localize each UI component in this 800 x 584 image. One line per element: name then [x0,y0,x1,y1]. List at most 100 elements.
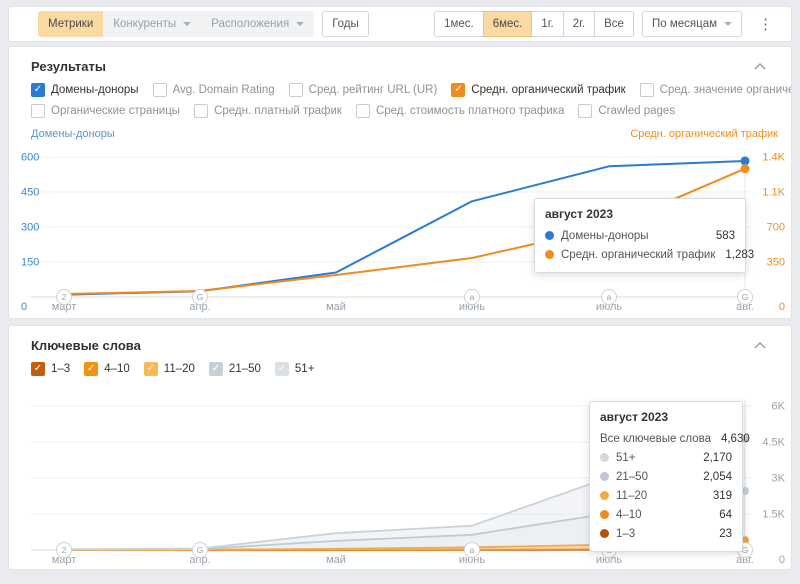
results-checkbox-7[interactable]: Сред. стоимость платного трафика [356,104,564,118]
results-checkbox-0[interactable]: ✓Домены-доноры [31,83,139,97]
series-dot-icon [600,453,609,462]
results-section-title: Результаты [31,59,106,74]
right-axis-title: Средн. органический трафик [630,128,778,140]
chevron-up-icon [754,342,766,349]
calendar-event-letter: G [742,292,749,302]
metrics-tab-button[interactable]: Метрики [38,11,103,37]
checkbox-checked-box: ✓ [31,83,45,97]
tooltip-row-label: 21–50 [616,471,648,483]
chart1-axis-titles: Домены-доноры Средн. органический трафик [9,128,791,140]
kebab-menu-button[interactable]: ⋮ [754,15,777,34]
chart1-tooltip: август 2023 Домены-доноры 583 Средн. орган… [534,198,746,273]
results-section: Результаты ✓Домены-донорыAvg. Domain Rat… [8,46,792,319]
locations-dropdown-button[interactable]: Расположения [201,11,314,37]
range-button-1[interactable]: 6мес. [483,11,533,37]
checkbox-label: Органические страницы [51,105,180,117]
results-checkbox-8[interactable]: Crawled pages [578,104,675,118]
tooltip-row: Домены-доноры 583 [545,226,735,245]
checkbox-checked-box: ✓ [84,362,98,376]
calendar-event-letter: G [197,292,204,302]
keywords-checkbox-4[interactable]: ✓ 51+ [275,362,315,376]
series-dot-icon [600,529,609,538]
tooltip-row-value: 64 [709,509,732,521]
series-dot-icon [545,250,554,259]
results-checkbox-1[interactable]: Avg. Domain Rating [153,83,275,97]
right-axis-tick-label: 350 [767,257,785,269]
checkbox-unchecked-box [289,83,303,97]
range-button-2[interactable]: 1г. [531,11,563,37]
tooltip-title: август 2023 [545,207,735,221]
range-button-3[interactable]: 2г. [563,11,595,37]
calendar-event-letter: a [607,292,612,302]
right-axis-tick-label: 3K [772,473,786,485]
checkbox-label: 21–50 [229,363,261,375]
results-checkbox-5[interactable]: Органические страницы [31,104,180,118]
results-checkbox-6[interactable]: Средн. платный трафик [194,104,342,118]
locations-label: Расположения [211,18,289,30]
checkbox-unchecked-box [31,104,45,118]
right-axis-tick-label: 6K [772,401,786,413]
series-dot-icon [545,231,554,240]
checkbox-label: Crawled pages [598,105,675,117]
collapse-keywords-button[interactable] [751,339,769,352]
tooltip-rows: 51+2,17021–502,05411–203194–10641–323 [600,448,732,543]
tooltip-title: август 2023 [600,410,732,424]
caret-down-icon [724,22,732,26]
keywords-checkbox-1[interactable]: ✓ 4–10 [84,362,130,376]
tooltip-row-label: Домены-доноры [561,230,649,242]
keywords-section: Ключевые слова ✓1–3✓4–10✓11–20✓21–50✓51+… [8,325,792,570]
checkbox-label: Сред. рейтинг URL (UR) [309,84,438,96]
checkbox-label: Средн. платный трафик [214,105,342,117]
toolbar-right-group: 1мес.6мес.1г.2г.Все По месяцам ⋮ [434,11,777,37]
keywords-checkbox-3[interactable]: ✓21–50 [209,362,261,376]
series-dot-icon [600,491,609,500]
calendar-event-letter: a [470,292,475,302]
tooltip-total-label: Все ключевые слова [600,433,711,445]
checkbox-unchecked-box [578,104,592,118]
years-button[interactable]: Годы [322,11,369,37]
tooltip-row-label: Средн. органический трафик [561,249,715,261]
results-checkbox-4[interactable]: Сред. значение органического трафика [640,83,791,97]
checkbox-label: Средн. органический трафик [471,84,625,96]
checkbox-checked-box: ✓ [31,362,45,376]
results-checkbox-2[interactable]: Сред. рейтинг URL (UR) [289,83,438,97]
keywords-checkbox-2[interactable]: ✓11–20 [144,362,195,376]
left-axis-tick-label: 450 [21,187,39,199]
calendar-event-letter: 2 [62,292,67,302]
toolbar: Метрики Конкуренты Расположения Годы 1ме… [8,6,792,42]
calendar-event-letter: a [470,545,475,555]
right-axis-tick-label: 4.5K [762,437,785,449]
range-button-0[interactable]: 1мес. [434,11,484,37]
checkbox-checked-box: ✓ [144,362,158,376]
checkbox-label: Avg. Domain Rating [173,84,275,96]
tooltip-rows: Домены-доноры 583 Средн. органический траф… [545,226,735,264]
right-axis-tick-label: 1.5K [762,509,785,521]
results-metric-checkbox-row-1: ✓Домены-доноры Avg. Domain Rating Сред. ре… [9,83,791,97]
checkbox-checked-box: ✓ [275,362,289,376]
left-axis-tick-label: 150 [21,257,39,269]
chart2-tooltip: август 2023 Все ключевые слова 4,630 51+… [589,401,743,552]
tooltip-row: 11–20319 [600,486,732,505]
tooltip-total-row: Все ключевые слова 4,630 [600,429,732,448]
granularity-dropdown[interactable]: По месяцам [642,11,742,37]
range-button-4[interactable]: Все [594,11,634,37]
collapse-results-button[interactable] [751,60,769,73]
tooltip-row-value: 1,283 [715,249,754,261]
left-axis-title: Домены-доноры [31,128,115,140]
tooltip-row: 4–1064 [600,505,732,524]
series-dot-icon [600,472,609,481]
tooltip-row-label: 11–20 [616,490,647,502]
right-axis-tick-label: 0 [779,554,785,566]
keywords-range-checkbox-row: ✓1–3✓4–10✓11–20✓21–50✓51+ [9,362,791,376]
keywords-checkbox-0[interactable]: ✓1–3 [31,362,70,376]
series-end-dot [741,164,750,173]
tooltip-row-value: 583 [706,230,735,242]
checkbox-label: Сред. стоимость платного трафика [376,105,564,117]
x-axis-month-label: май [326,554,346,566]
competitors-dropdown-button[interactable]: Конкуренты [103,11,201,37]
results-checkbox-3[interactable]: ✓Средн. органический трафик [451,83,625,97]
tooltip-row: 1–323 [600,524,732,543]
checkbox-label: Сред. значение органического трафика [660,84,791,96]
checkbox-label: 4–10 [104,363,130,375]
checkbox-label: 51+ [295,363,315,375]
